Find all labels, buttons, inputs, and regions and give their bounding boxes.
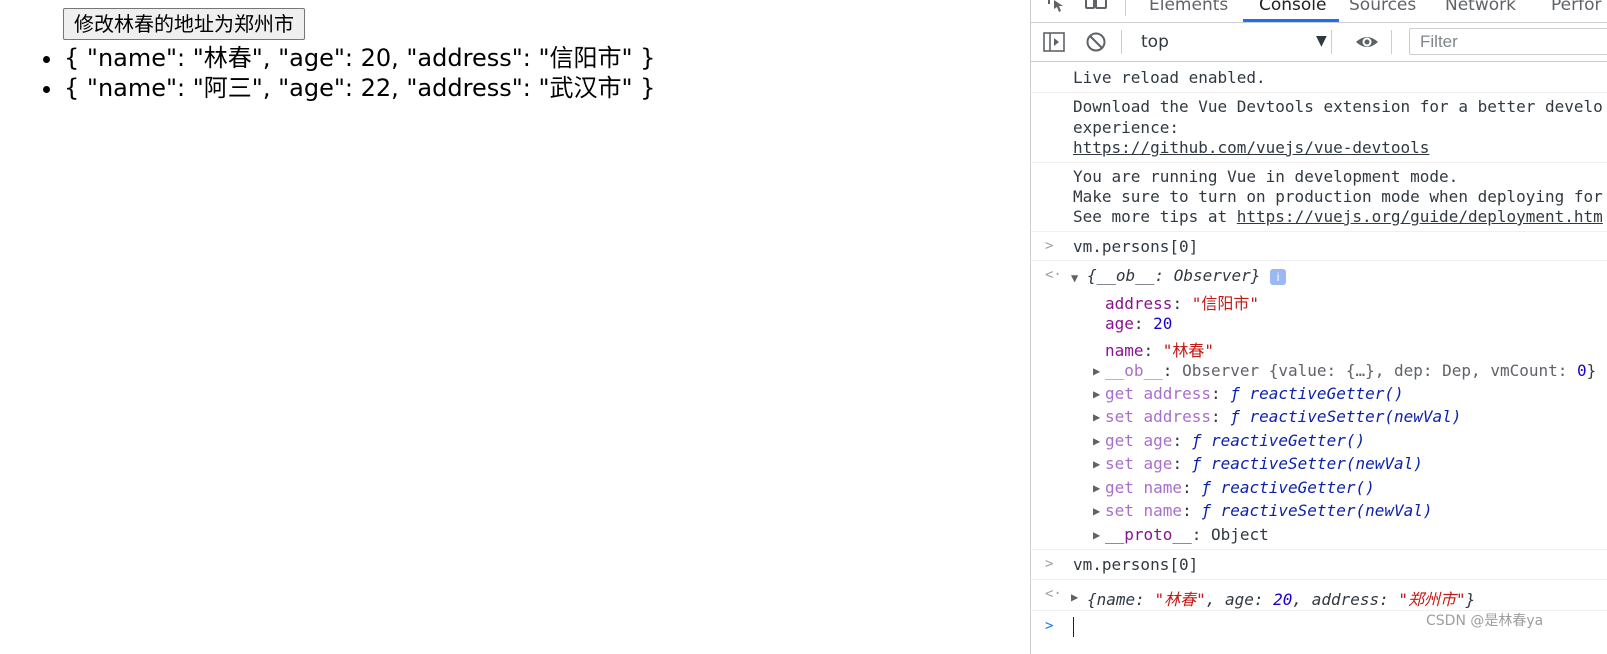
accessor-property[interactable]: set address: ƒ reactiveSetter(newVal) xyxy=(1105,407,1461,426)
console-toolbar: top ▼ Filter xyxy=(1031,23,1607,62)
console-text: See more tips at xyxy=(1073,207,1237,226)
tab-network[interactable]: Network xyxy=(1445,0,1516,15)
console-input-entry: > vm.persons[0] xyxy=(1031,232,1607,261)
console-command: vm.persons[0] xyxy=(1073,237,1199,256)
clear-console-icon[interactable] xyxy=(1085,31,1107,53)
accessor-property[interactable]: set name: ƒ reactiveSetter(newVal) xyxy=(1105,501,1433,520)
result-arrow-icon: <· xyxy=(1045,586,1062,602)
vue-devtools-link[interactable]: https://github.com/vuejs/vue-devtools xyxy=(1073,138,1429,157)
console-result: <· ▼ {__ob__: Observer} i address: "信阳市"… xyxy=(1031,261,1607,550)
console-result: <· ▶ {name: "林春", age: 20, address: "郑州市… xyxy=(1031,580,1607,611)
console-input-entry: > vm.persons[0] xyxy=(1031,551,1607,580)
object-summary[interactable]: {__ob__: Observer} i xyxy=(1087,266,1287,285)
property-key: address xyxy=(1105,294,1173,313)
console-text: You are running Vue in development mode. xyxy=(1073,167,1459,186)
prompt-chevron-icon: > xyxy=(1045,618,1054,634)
toolbar-separator xyxy=(1125,0,1126,16)
accessor-property[interactable]: get name: ƒ reactiveGetter() xyxy=(1105,478,1375,497)
console-command: vm.persons[0] xyxy=(1073,555,1199,574)
accessor-property[interactable]: get age: ƒ reactiveGetter() xyxy=(1105,431,1365,450)
expand-triangle-icon[interactable]: ▶ xyxy=(1093,504,1100,518)
chevron-right-icon: > xyxy=(1045,556,1054,572)
sidebar-toggle-icon[interactable] xyxy=(1043,31,1065,53)
device-toolbar-icon[interactable] xyxy=(1085,0,1107,12)
expand-triangle-icon[interactable]: ▶ xyxy=(1093,434,1100,448)
change-address-button[interactable]: 修改林春的地址为郑州市 xyxy=(63,8,305,40)
devtools-panel: Elements Console Sources Network Perfor … xyxy=(1030,0,1607,654)
property-value: "信阳市" xyxy=(1191,294,1259,313)
toolbar-separator xyxy=(1391,30,1392,54)
active-tab-indicator xyxy=(1243,19,1339,22)
object-summary[interactable]: {name: "林春", age: 20, address: "郑州市"} xyxy=(1087,586,1475,610)
accessor-property[interactable]: set age: ƒ reactiveSetter(newVal) xyxy=(1105,454,1423,473)
expand-triangle-icon[interactable]: ▶ xyxy=(1093,528,1100,542)
expand-triangle-icon[interactable]: ▶ xyxy=(1093,457,1100,471)
property-key: age xyxy=(1105,314,1134,333)
app-page: 修改林春的地址为郑州市 { "name": "林春", "age": 20, "… xyxy=(0,0,1030,654)
tab-elements[interactable]: Elements xyxy=(1149,0,1228,15)
expand-triangle-icon[interactable]: ▶ xyxy=(1093,481,1100,495)
toolbar-separator xyxy=(1331,30,1332,54)
filter-placeholder: Filter xyxy=(1420,32,1458,51)
toolbar-separator xyxy=(1121,30,1122,54)
property-value: "林春" xyxy=(1162,341,1215,360)
console-message: Live reload enabled. xyxy=(1031,62,1607,93)
tab-console[interactable]: Console xyxy=(1259,0,1327,15)
eye-icon[interactable] xyxy=(1355,31,1378,53)
expand-triangle-icon[interactable]: ▼ xyxy=(1071,271,1078,285)
persons-list: { "name": "林春", "age": 20, "address": "信… xyxy=(40,43,655,103)
expand-triangle-icon[interactable]: ▶ xyxy=(1093,410,1100,424)
ob-property[interactable]: __ob__: Observer {value: {…}, dep: Dep, … xyxy=(1105,361,1596,380)
chevron-down-icon[interactable]: ▼ xyxy=(1316,33,1327,49)
inspect-icon[interactable] xyxy=(1047,0,1067,12)
watermark: CSDN @是林春ya xyxy=(1426,613,1544,629)
info-icon[interactable]: i xyxy=(1270,268,1287,285)
expand-triangle-icon[interactable]: ▶ xyxy=(1093,364,1100,378)
list-item: { "name": "林春", "age": 20, "address": "信… xyxy=(64,43,655,73)
expand-triangle-icon[interactable]: ▶ xyxy=(1071,590,1078,604)
result-arrow-icon: <· xyxy=(1045,267,1062,283)
console-text: Live reload enabled. xyxy=(1073,68,1266,87)
vue-deployment-link[interactable]: https://vuejs.org/guide/deployment.htm xyxy=(1237,207,1603,226)
proto-property[interactable]: __proto__: Object xyxy=(1105,525,1269,544)
console-text: Download the Vue Devtools extension for … xyxy=(1073,97,1603,116)
filter-input[interactable]: Filter xyxy=(1409,28,1607,55)
property-key: name xyxy=(1105,341,1144,360)
context-selector[interactable]: top xyxy=(1141,32,1169,52)
text-cursor xyxy=(1073,617,1074,637)
accessor-property[interactable]: get address: ƒ reactiveGetter() xyxy=(1105,384,1404,403)
expand-triangle-icon[interactable]: ▶ xyxy=(1093,387,1100,401)
tab-performance[interactable]: Perfor xyxy=(1551,0,1601,15)
console-text: experience: xyxy=(1073,118,1179,137)
console-message: Download the Vue Devtools extension for … xyxy=(1031,93,1607,163)
list-item: { "name": "阿三", "age": 22, "address": "武… xyxy=(64,73,655,103)
chevron-right-icon: > xyxy=(1045,238,1054,254)
console-text: Make sure to turn on production mode whe… xyxy=(1073,187,1603,206)
console-message: You are running Vue in development mode.… xyxy=(1031,163,1607,232)
property-value: 20 xyxy=(1153,314,1173,333)
devtools-tabbar: Elements Console Sources Network Perfor xyxy=(1031,0,1607,23)
tab-sources[interactable]: Sources xyxy=(1349,0,1416,15)
